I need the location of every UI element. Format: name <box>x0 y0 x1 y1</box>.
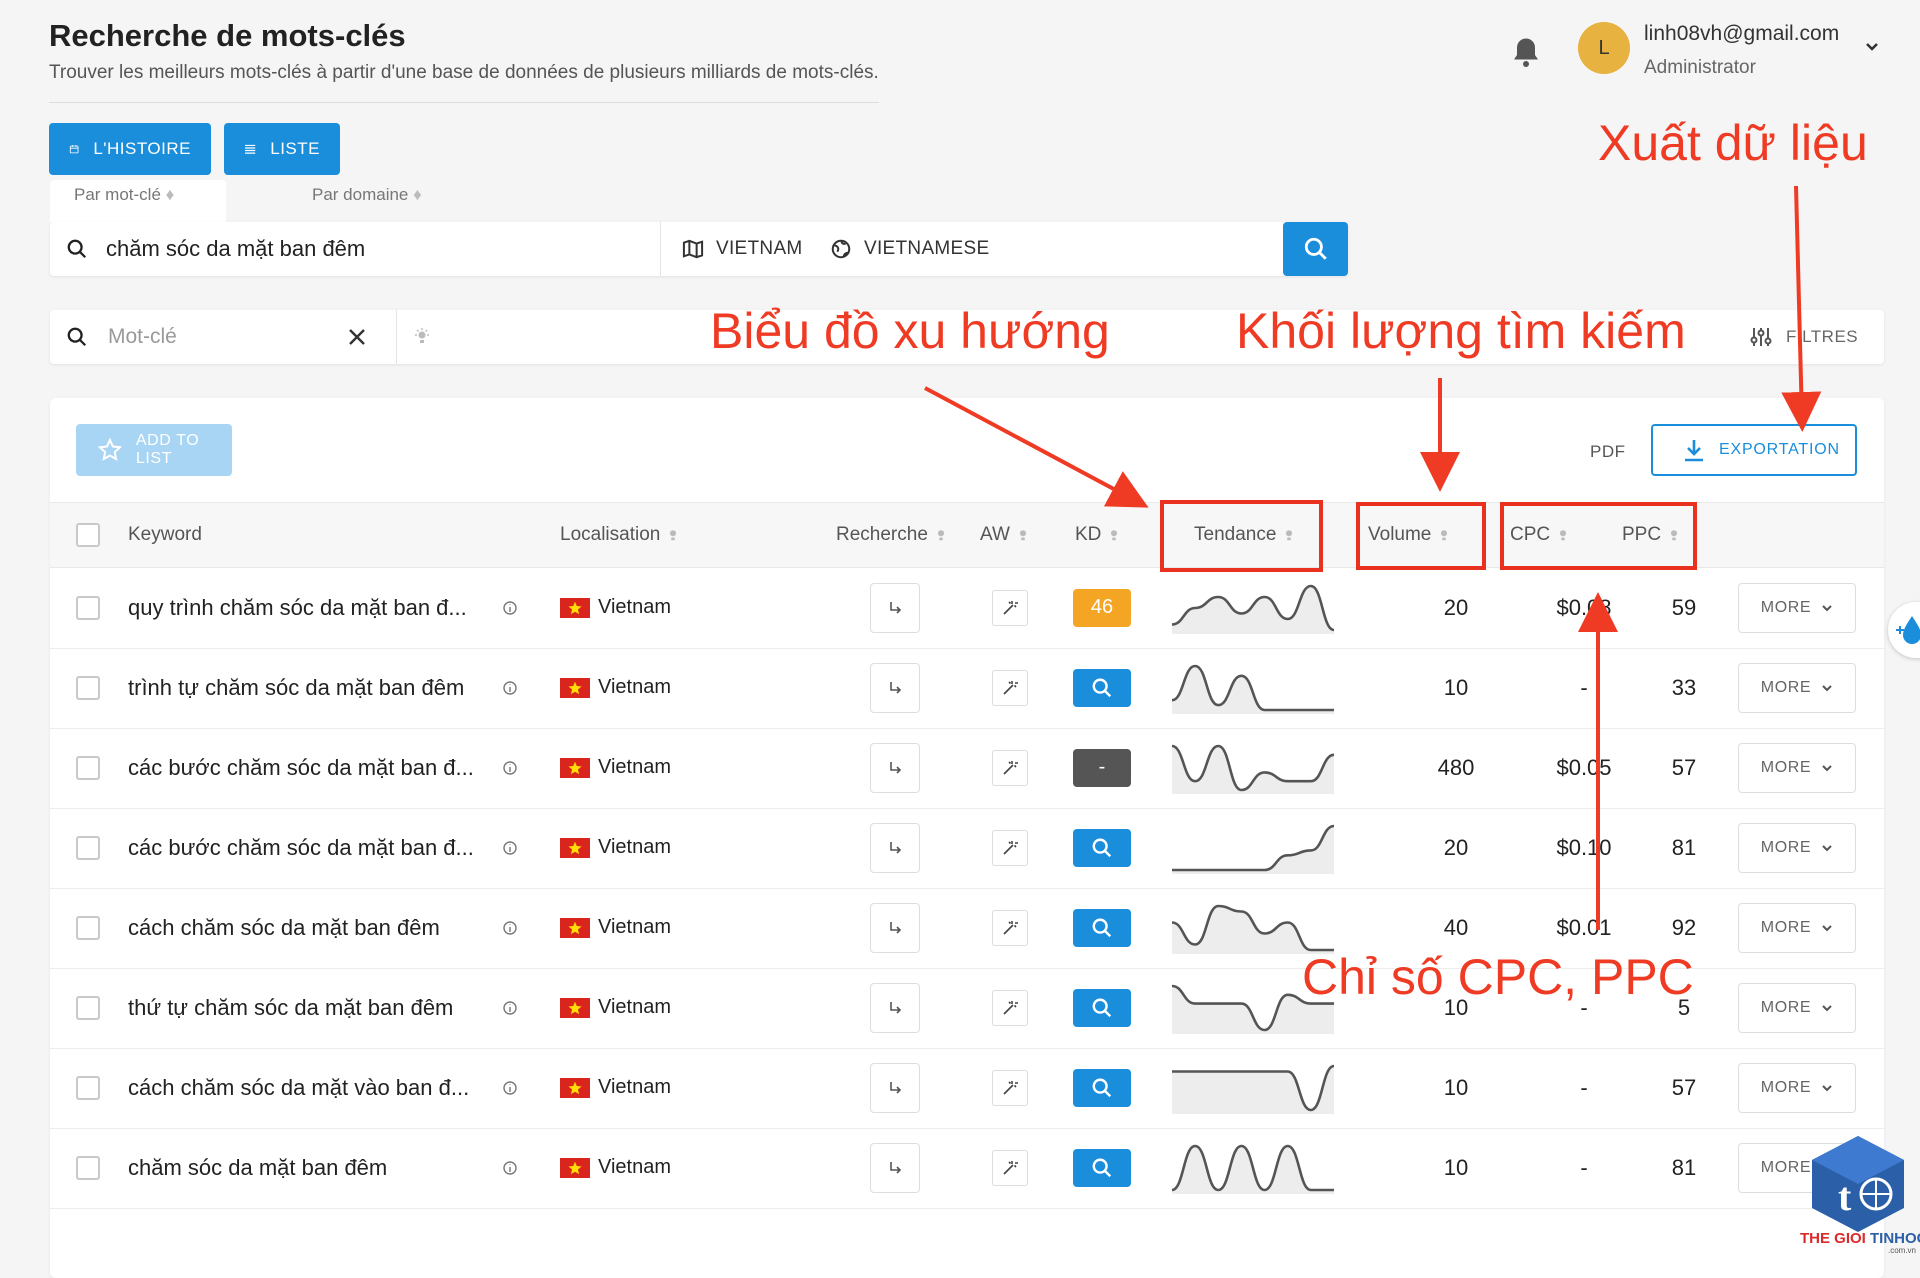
annotation-arrows <box>924 185 1822 930</box>
svg-text:t: t <box>1838 1174 1852 1219</box>
logo-text-right: TINHOC <box>1870 1230 1920 1247</box>
annotation-volume: Khối lượng tìm kiếm <box>1236 303 1686 359</box>
droplet-icon <box>1896 616 1920 644</box>
annotation-export: Xuất dữ liệu <box>1598 115 1868 171</box>
thegioitinhoc-logo: t THE GIOI TINHOC .com.vn <box>1800 1134 1920 1256</box>
trend-arrow <box>924 386 1149 508</box>
droplet-widget[interactable] <box>1888 602 1920 658</box>
annotation-cpc-ppc: Chỉ số CPC, PPC <box>1302 949 1694 1005</box>
logo-domain: .com.vn <box>1887 1246 1916 1255</box>
logo-text-left: THE GIOI <box>1800 1230 1866 1247</box>
export-arrow <box>1781 185 1822 432</box>
annotation-trend: Biểu đồ xu hướng <box>710 303 1110 359</box>
